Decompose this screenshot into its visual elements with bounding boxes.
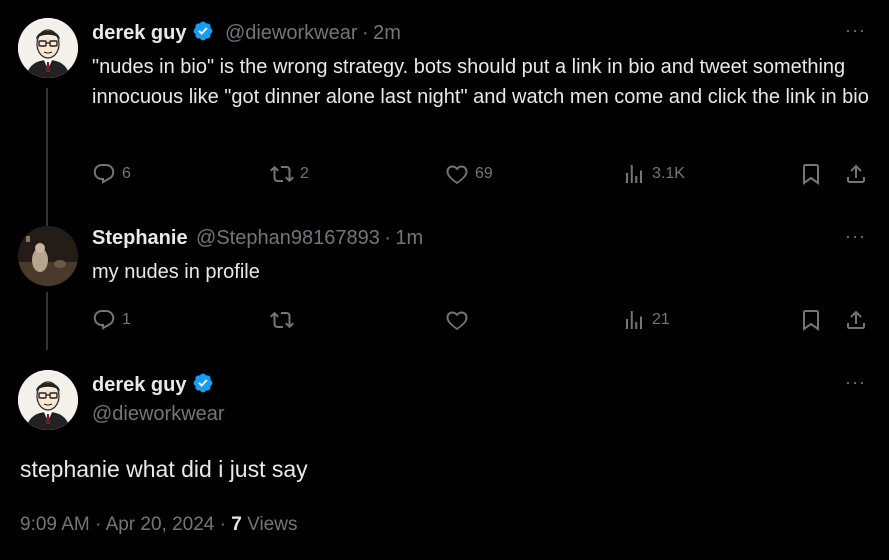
views-count: 7: [231, 514, 242, 535]
views-count: 21: [652, 311, 670, 328]
tweet2-header: Stephanie @Stephan98167893 · 1m: [92, 227, 423, 250]
share-button[interactable]: [844, 308, 868, 332]
avatar-derek-guy[interactable]: [18, 370, 78, 430]
author-handle[interactable]: @dieworkwear: [225, 22, 358, 44]
bookmark-icon: [803, 310, 819, 331]
reply-icon: [93, 310, 115, 330]
like-icon: [446, 311, 468, 330]
reply-button[interactable]: 1: [92, 308, 131, 332]
author-name[interactable]: derek guy: [92, 374, 186, 396]
share-icon: [847, 164, 865, 183]
tweet-date[interactable]: Apr 20, 2024: [106, 514, 215, 535]
avatar-illustration: [18, 370, 78, 430]
avatar-stephanie[interactable]: [18, 226, 78, 286]
repost-count: 2: [300, 165, 309, 182]
share-icon: [847, 310, 865, 329]
more-icon[interactable]: ···: [845, 226, 866, 247]
like-count: 69: [475, 165, 493, 182]
views-button[interactable]: 21: [622, 308, 670, 332]
more-icon[interactable]: ···: [845, 372, 866, 393]
author-name[interactable]: Stephanie: [92, 227, 188, 249]
separator-dot: ·: [384, 227, 391, 249]
author-handle[interactable]: @dieworkwear: [92, 403, 225, 426]
thread-line-1: [46, 88, 48, 226]
more-icon[interactable]: ···: [845, 20, 866, 41]
tweet-time[interactable]: 9:09 AM: [20, 514, 90, 535]
author-name[interactable]: derek guy: [92, 22, 186, 44]
avatar-illustration: [18, 18, 78, 78]
bookmark-icon: [803, 164, 819, 185]
verified-badge-icon: [192, 20, 214, 47]
avatar-photo: [18, 226, 78, 286]
avatar-derek-guy[interactable]: [18, 18, 78, 78]
thread-line-2: [46, 292, 48, 350]
like-button[interactable]: [445, 308, 469, 332]
views-icon: [626, 311, 642, 329]
like-icon: [446, 165, 468, 184]
tweet-timestamp[interactable]: 1m: [395, 227, 423, 249]
tweet-timestamp[interactable]: 2m: [373, 22, 401, 44]
tweet2-text: my nudes in profile: [92, 261, 260, 283]
tweet-meta: 9:09 AM · Apr 20, 2024 · 7 Views: [20, 514, 297, 536]
reply-count: 1: [122, 311, 131, 328]
tweet1-text: "nudes in bio" is the wrong strategy. bo…: [92, 56, 869, 108]
bookmark-button[interactable]: [799, 162, 823, 186]
repost-button[interactable]: [270, 308, 294, 332]
reply-count: 6: [122, 165, 131, 182]
views-button[interactable]: 3.1K: [622, 162, 685, 186]
share-button[interactable]: [844, 162, 868, 186]
reply-button[interactable]: 6: [92, 162, 131, 186]
views-count: 3.1K: [652, 165, 685, 182]
separator-dot: ·: [219, 514, 226, 535]
verified-badge-icon: [192, 372, 214, 399]
main-tweet-text: stephanie what did i just say: [20, 456, 308, 482]
repost-button[interactable]: 2: [270, 162, 309, 186]
separator-dot: ·: [95, 514, 102, 535]
reply-icon: [93, 164, 115, 184]
views-icon: [626, 165, 642, 183]
tweet1-header: derek guy @dieworkwear · 2m: [92, 20, 401, 47]
separator-dot: ·: [361, 22, 369, 44]
bookmark-button[interactable]: [799, 308, 823, 332]
main-tweet-author: derek guy: [92, 372, 214, 399]
repost-icon: [270, 311, 294, 329]
views-label: Views: [247, 514, 298, 535]
repost-icon: [270, 165, 294, 183]
like-button[interactable]: 69: [445, 162, 493, 186]
author-handle[interactable]: @Stephan98167893: [196, 227, 380, 249]
